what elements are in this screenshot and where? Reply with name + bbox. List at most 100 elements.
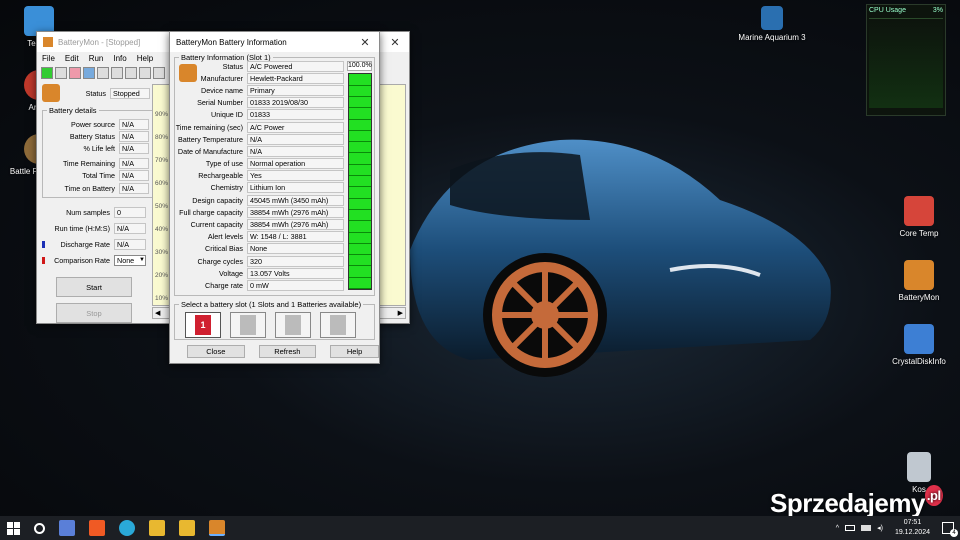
batterymon-app-icon [43,37,53,47]
battery-details-group: Battery details Power source N/A Battery … [42,106,154,199]
empty-slot-icon [285,315,301,335]
battery-slot-1[interactable]: 1 [185,312,221,338]
scroll-right-arrow-icon[interactable]: ▶ [398,309,403,317]
graph-tool-icon[interactable] [125,67,137,79]
desktop-icon-core-temp[interactable]: Core Temp [884,196,954,238]
stop-tool-icon[interactable] [55,67,67,79]
battery-info-dialog[interactable]: BatteryMon Battery Information ✕ Battery… [169,31,380,364]
info-tool-icon[interactable] [83,67,95,79]
battery-info-row: Voltage 13.057 Volts [175,267,344,279]
battery-info-row: Chemistry Lithium Ion [175,182,344,194]
battery-info-row: Charge cycles 320 [175,255,344,267]
detail-row: % Life left N/A [47,142,149,154]
dropdown-arrow-icon: ▼ [139,257,145,264]
empty-slot-icon [330,315,346,335]
start-button-windows-icon[interactable] [7,521,20,535]
help-tool-icon[interactable] [153,67,165,79]
desktop-icon-crystaldiskinfo[interactable]: CrystalDiskInfo [884,324,954,366]
thermometer-icon [904,196,934,226]
battery-info-row: Serial Number 01833 2019/08/30 [175,97,344,109]
charge-level-bar [348,73,372,290]
charge-percent-label: 100.0% [347,61,372,71]
start-button[interactable]: Start [56,277,132,298]
battery-info-row: Device name Primary [175,84,344,96]
notifications-icon[interactable]: 4 [942,522,958,537]
charge-bar-segment [349,96,371,109]
battery-tray-icon[interactable] [845,525,856,531]
battery-info-row: Battery Temperature N/A [175,133,344,145]
cpu-usage-widget: CPU Usage 3% [866,4,946,116]
battery-slot-4[interactable] [320,312,356,338]
battery-tool-icon[interactable] [69,67,81,79]
charge-bar-segment [349,232,371,244]
battery-info-titlebar[interactable]: BatteryMon Battery Information ✕ [170,32,379,52]
battery-icon [904,260,934,290]
network-tray-icon[interactable] [861,525,872,531]
charge-bar-segment [349,221,371,233]
recycle-bin-icon [907,452,931,482]
stop-button[interactable]: Stop [56,303,132,324]
pen-app-icon[interactable] [149,520,165,536]
battery-status-icon [42,84,60,102]
empty-slot-icon [240,315,256,335]
charge-bar-segment [349,142,371,154]
options-tool-icon[interactable] [139,67,151,79]
fish-icon [761,6,783,30]
battery-info-title: BatteryMon Battery Information [176,37,287,47]
batterymon-taskbar-icon[interactable] [209,520,225,536]
close-button[interactable]: Close [187,345,245,358]
volume-tray-icon[interactable]: ◂) [877,524,883,532]
refresh-button[interactable]: Refresh [258,345,317,358]
menu-help[interactable]: Help [137,54,153,63]
log-tool-icon[interactable] [111,67,123,79]
battery-info-close-icon[interactable]: ✕ [357,36,373,49]
cpu-widget-graph [869,18,943,108]
clear-tool-icon[interactable] [97,67,109,79]
battery-info-row: Alert levels W: 1548 / L: 3881 [175,231,344,243]
charge-bar-segment [349,153,371,165]
charge-bar-segment [349,85,371,97]
detail-row: Time on Battery N/A [47,182,149,194]
charge-bar-segment [349,176,371,188]
tray-chevron-up-icon[interactable]: ^ [836,525,839,532]
help-button[interactable]: Help [330,345,379,358]
disk-icon [904,324,934,354]
charge-bar-segment [349,277,371,289]
stat-row: Run time (H:M:S) N/A [42,220,150,236]
battery-slot-info-group: Battery Information (Slot 1) Status A/C P… [174,53,375,296]
status-value: Stopped [110,87,150,99]
battery-info-row: Manufacturer Hewlett-Packard [175,72,344,84]
menu-run[interactable]: Run [89,54,104,63]
file-explorer-icon[interactable] [179,520,195,536]
stat-row: Discharge Rate N/A [42,236,150,252]
detail-row: Total Time N/A [47,170,149,182]
battery-info-row: Design capacity 45045 mWh (3450 mAh) [175,194,344,206]
battery-slot-select-group: Select a battery slot (1 Slots and 1 Bat… [174,300,375,340]
charge-bar-segment [349,164,371,177]
desktop-icon-batterymon[interactable]: BatteryMon [884,260,954,302]
menu-info[interactable]: Info [113,54,126,63]
batterymon-close-button[interactable]: ✕ [387,36,403,49]
desktop-icon-marine-aquarium[interactable]: Marine Aquarium 3 [736,6,808,42]
save-app-icon[interactable] [59,520,75,536]
scroll-left-arrow-icon[interactable]: ◀ [155,309,160,317]
cpu-widget-title: CPU Usage [869,7,906,14]
menu-file[interactable]: File [42,54,55,63]
charge-bar-segment [349,266,371,278]
brave-browser-icon[interactable] [89,520,105,536]
battery-info-row: Full charge capacity 38854 mWh (2976 mAh) [175,206,344,218]
charge-bar-segment [349,255,371,267]
comparison-rate-select[interactable]: None ▼ [114,254,146,266]
battery-slot-3[interactable] [275,312,311,338]
battery-slot-2[interactable] [230,312,266,338]
watermark: Sprzedajemy .pl [770,485,943,519]
start-tool-icon[interactable] [41,67,53,79]
search-icon[interactable] [34,522,45,534]
battery-info-row: Time remaining (sec) A/C Power [175,121,344,133]
charge-bar-segment [349,119,371,131]
wallpaper-car [410,139,831,377]
battery-info-row: Status A/C Powered [175,60,344,72]
clock[interactable]: 07:51 19.12.2024 [895,518,930,538]
menu-edit[interactable]: Edit [65,54,79,63]
edge-browser-icon[interactable] [119,520,135,536]
